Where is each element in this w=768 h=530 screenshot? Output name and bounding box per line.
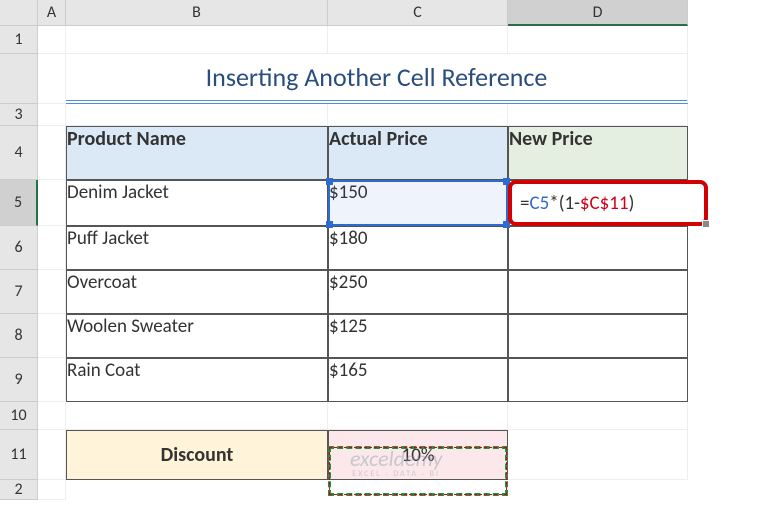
cell-A7[interactable] (38, 270, 66, 314)
header-new-price: New Price (508, 126, 688, 180)
cell-A10[interactable] (38, 402, 66, 430)
discount-label: Discount (66, 430, 328, 480)
header-product: Product Name (66, 126, 328, 180)
col-header-B[interactable]: B (66, 0, 328, 26)
cell-price-4[interactable]: $165 (328, 358, 508, 402)
row-header-11[interactable]: 11 (0, 430, 38, 480)
select-all-corner[interactable] (0, 0, 38, 26)
cell-D1[interactable] (508, 26, 688, 54)
formula-ref-C5: C5 (529, 192, 549, 215)
cell-A5[interactable] (38, 180, 66, 226)
cell-newprice-3[interactable] (508, 314, 688, 358)
formula-op2: ) (629, 192, 635, 215)
col-header-C[interactable]: C (328, 0, 508, 26)
cell-D3[interactable] (508, 104, 688, 126)
cell-newprice-2[interactable] (508, 270, 688, 314)
cell-D11[interactable] (508, 430, 688, 480)
row-header-6[interactable]: 6 (0, 226, 38, 270)
cell-product-1[interactable]: Puff Jacket (66, 226, 328, 270)
cell-A3[interactable] (38, 104, 66, 126)
row-header-2b[interactable] (0, 54, 38, 104)
spreadsheet-grid[interactable]: A B C D 1 2 Inserting Another Cell Refer… (0, 0, 768, 500)
cell-B3[interactable] (66, 104, 328, 126)
cell-A9[interactable] (38, 358, 66, 402)
cell-A6[interactable] (38, 226, 66, 270)
cell-product-0[interactable]: Denim Jacket (66, 180, 328, 226)
row-header-10[interactable]: 10 (0, 402, 38, 430)
row-header-3[interactable]: 3 (0, 104, 38, 126)
cell-A4[interactable] (38, 126, 66, 180)
cell-A2b[interactable] (38, 54, 66, 104)
col-header-D[interactable]: D (508, 0, 688, 26)
cell-B10[interactable] (66, 402, 328, 430)
cell-newprice-4[interactable] (508, 358, 688, 402)
fill-handle[interactable] (702, 220, 710, 228)
cell-price-2[interactable]: $250 (328, 270, 508, 314)
cell-product-2[interactable]: Overcoat (66, 270, 328, 314)
cell-D10[interactable] (508, 402, 688, 430)
cell-price-0[interactable]: $150 (328, 180, 508, 226)
formula-equals: = (520, 192, 529, 215)
row-header-7[interactable]: 7 (0, 270, 38, 314)
row-header-2[interactable]: 2 (0, 480, 38, 500)
formula-ref-C11: $C$11 (580, 192, 629, 215)
row-header-4[interactable]: 4 (0, 126, 38, 180)
cell-A1[interactable] (38, 26, 66, 54)
discount-value[interactable]: 10% (328, 430, 508, 480)
cell-A11[interactable] (38, 430, 66, 480)
row-header-1[interactable]: 1 (0, 26, 38, 54)
row-header-9[interactable]: 9 (0, 358, 38, 402)
cell-C10[interactable] (328, 402, 508, 430)
cell-product-3[interactable]: Woolen Sweater (66, 314, 328, 358)
header-actual-price: Actual Price (328, 126, 508, 180)
cell-newprice-1[interactable] (508, 226, 688, 270)
cell-A2[interactable] (38, 480, 66, 500)
formula-op1: *(1- (549, 192, 580, 215)
active-cell-D5[interactable]: =C5*(1-$C$11) (508, 180, 708, 226)
cell-C1[interactable] (328, 26, 508, 54)
cell-product-4[interactable]: Rain Coat (66, 358, 328, 402)
cell-price-3[interactable]: $125 (328, 314, 508, 358)
cell-C3[interactable] (328, 104, 508, 126)
cell-price-1[interactable]: $180 (328, 226, 508, 270)
cell-A8[interactable] (38, 314, 66, 358)
page-title: Inserting Another Cell Reference (66, 54, 688, 104)
col-header-A[interactable]: A (38, 0, 66, 26)
row-header-8[interactable]: 8 (0, 314, 38, 358)
row-header-5[interactable]: 5 (0, 180, 38, 226)
cell-B1[interactable] (66, 26, 328, 54)
